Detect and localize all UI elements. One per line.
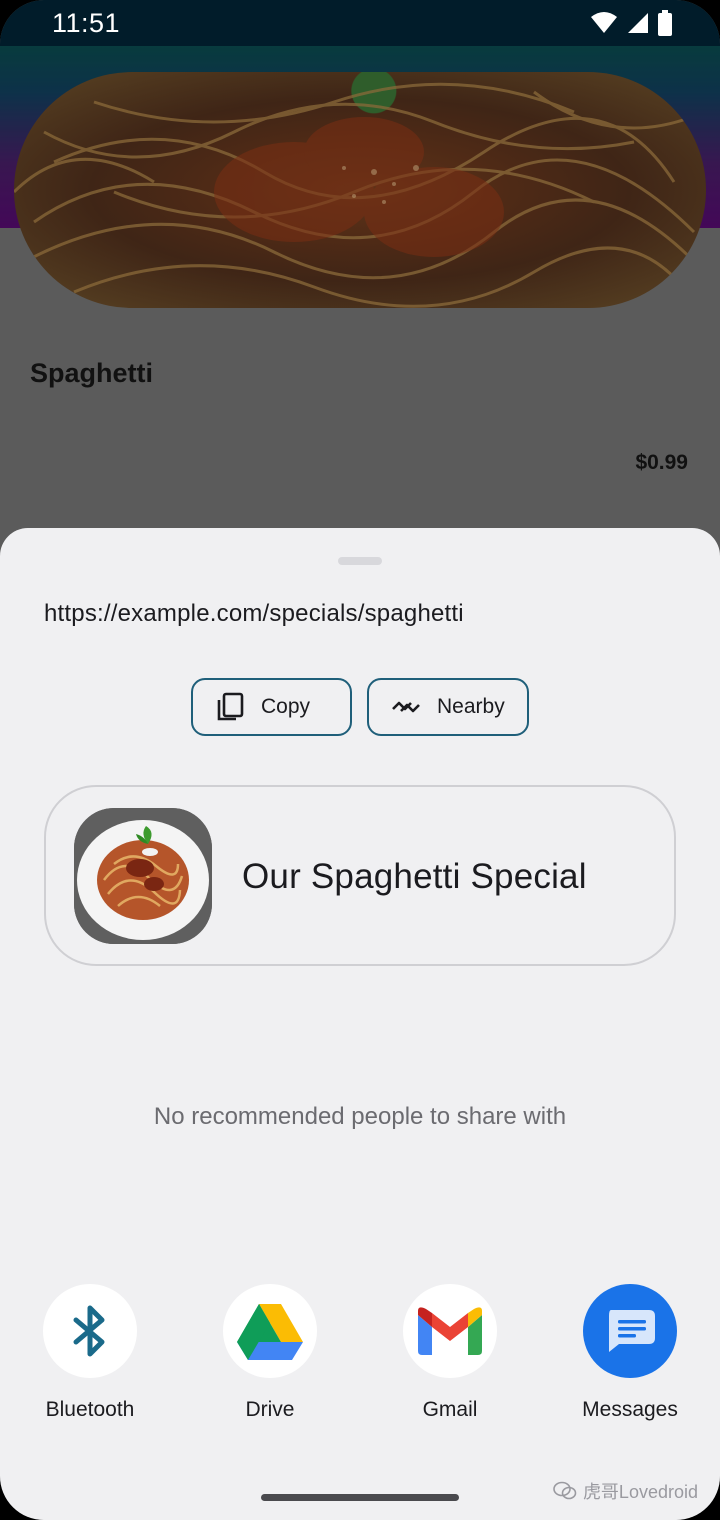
drive-label: Drive [245,1398,295,1421]
food-price: $0.99 [635,451,688,474]
preview-title: Our Spaghetti Special [242,857,587,896]
wifi-icon [591,12,617,33]
wechat-icon [553,1481,577,1500]
spaghetti-plate-image [74,808,212,944]
share-url: https://example.com/specials/spaghetti [44,600,464,627]
share-target-gmail[interactable]: Gmail [380,1284,520,1434]
phone-screen: 11:51 Spaghetti $0.99 https://example.co… [0,0,720,1520]
battery-icon [658,10,672,36]
nearby-label: Nearby [437,695,505,718]
bluetooth-label: Bluetooth [45,1398,135,1421]
status-bar: 11:51 [0,0,720,46]
gmail-label: Gmail [422,1398,478,1421]
share-targets-row: Bluetooth Drive Gmail Messages [0,1284,720,1434]
share-target-drive[interactable]: Drive [200,1284,340,1434]
gesture-nav-handle[interactable] [261,1494,459,1501]
copy-icon [215,692,245,722]
drive-icon [223,1284,317,1378]
copy-label: Copy [261,695,311,718]
nearby-share-button[interactable]: Nearby [367,678,529,736]
messages-label: Messages [582,1398,678,1421]
share-preview-card: Our Spaghetti Special [44,785,676,966]
bluetooth-icon [43,1284,137,1378]
food-title: Spaghetti [30,358,154,388]
share-sheet: https://example.com/specials/spaghetti C… [0,528,720,1520]
watermark: 虎哥Lovedroid [553,1478,698,1504]
status-time: 11:51 [52,8,121,38]
drag-handle[interactable] [338,557,382,565]
spaghetti-hero-image [14,72,706,308]
share-target-bluetooth[interactable]: Bluetooth [20,1284,160,1434]
no-recommendations-text: No recommended people to share with [153,1103,567,1130]
gmail-icon [403,1284,497,1378]
share-target-messages[interactable]: Messages [560,1284,700,1434]
messages-icon [583,1284,677,1378]
nearby-share-icon [391,692,421,722]
cell-signal-icon [628,13,648,33]
watermark-text: 虎哥Lovedroid [582,1482,698,1502]
copy-button[interactable]: Copy [191,678,352,736]
status-icons [590,10,672,36]
